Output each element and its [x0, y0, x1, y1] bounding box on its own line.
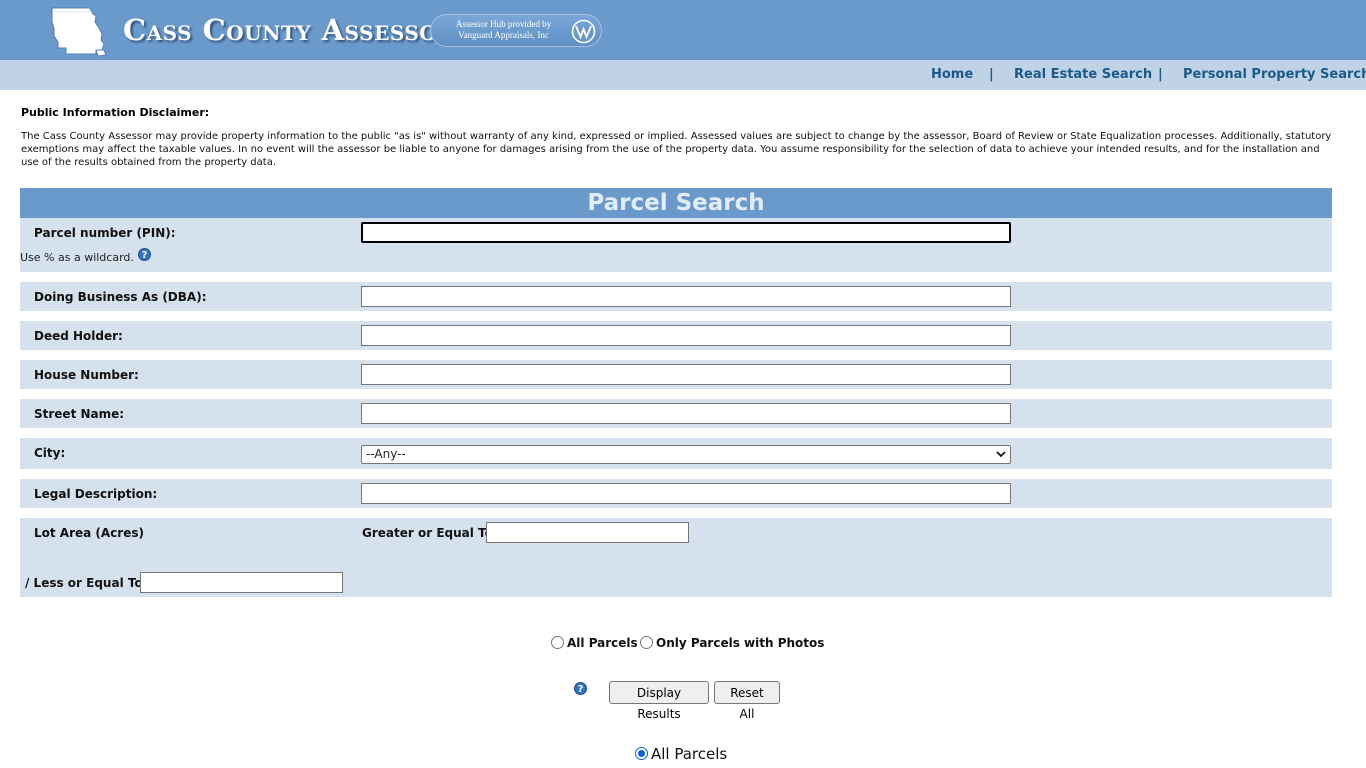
- dba-row: Doing Business As (DBA):: [20, 282, 1332, 311]
- all-parcels-radio[interactable]: [551, 636, 564, 649]
- dba-input[interactable]: [361, 286, 1011, 307]
- lot-area-label: Lot Area (Acres): [34, 526, 144, 540]
- lot-area-row: Lot Area (Acres) Greater or Equal To: / …: [20, 518, 1332, 597]
- provider-line-1: Assessor Hub provided by: [455, 19, 552, 29]
- photos-only-label[interactable]: Only Parcels with Photos: [656, 636, 824, 650]
- lot-area-lte-label: / Less or Equal To:: [25, 576, 148, 590]
- pin-input[interactable]: [361, 222, 1011, 243]
- disclaimer-title: Public Information Disclaimer:: [21, 106, 210, 119]
- nav-separator: |: [1158, 67, 1163, 82]
- city-label: City:: [34, 446, 66, 460]
- city-select[interactable]: --Any--: [361, 445, 1011, 464]
- legal-description-input[interactable]: [361, 483, 1011, 504]
- house-number-input[interactable]: [361, 364, 1011, 385]
- photos-only-radio[interactable]: [640, 636, 653, 649]
- house-number-row: House Number:: [20, 360, 1332, 389]
- nav-home-link[interactable]: Home: [931, 67, 973, 82]
- all-parcels-label[interactable]: All Parcels: [567, 636, 638, 650]
- city-row: City: --Any--: [20, 438, 1332, 469]
- reset-all-button[interactable]: Reset All: [714, 681, 780, 721]
- missouri-state-icon: [51, 7, 107, 57]
- city-select-value: --Any--: [366, 447, 406, 461]
- lot-area-gte-input[interactable]: [486, 522, 689, 543]
- provider-line-2: Vanguard Appraisals, Inc: [458, 30, 549, 40]
- nav-bar: Home | Real Estate Search | Personal Pro…: [0, 60, 1366, 90]
- nav-personal-property-link[interactable]: Personal Property Search: [1183, 67, 1366, 82]
- nav-real-estate-link[interactable]: Real Estate Search: [1014, 67, 1152, 82]
- lot-area-gte-label: Greater or Equal To:: [362, 526, 498, 540]
- street-name-input[interactable]: [361, 403, 1011, 424]
- deed-holder-label: Deed Holder:: [34, 329, 123, 343]
- parcel-search-title: Parcel Search: [587, 190, 765, 216]
- site-title[interactable]: Cass County Assessor: [123, 13, 454, 47]
- house-number-label: House Number:: [34, 368, 139, 382]
- street-name-label: Street Name:: [34, 407, 125, 421]
- help-icon[interactable]: ?: [138, 248, 151, 261]
- legal-description-row: Legal Description:: [20, 479, 1332, 508]
- lot-area-lte-input[interactable]: [140, 572, 343, 593]
- wildcard-hint: Use % as a wildcard.: [20, 251, 134, 264]
- dba-label: Doing Business As (DBA):: [34, 290, 207, 304]
- deed-holder-row: Deed Holder:: [20, 321, 1332, 350]
- header-banner: Cass County Assessor Assessor Hub provid…: [0, 0, 1366, 60]
- provider-badge[interactable]: Assessor Hub provided by Vanguard Apprai…: [430, 14, 602, 47]
- bottom-all-parcels-radio[interactable]: [635, 747, 648, 760]
- pin-label: Parcel number (PIN):: [34, 226, 176, 240]
- parcel-search-header: Parcel Search: [20, 188, 1332, 218]
- chevron-down-icon: [996, 451, 1006, 458]
- deed-holder-input[interactable]: [361, 325, 1011, 346]
- disclaimer-body: The Cass County Assessor may provide pro…: [21, 131, 1332, 168]
- display-results-button[interactable]: Display Results: [609, 681, 709, 721]
- legal-description-label: Legal Description:: [34, 487, 158, 501]
- help-icon[interactable]: ?: [574, 682, 587, 695]
- street-name-row: Street Name:: [20, 399, 1332, 428]
- vanguard-logo-icon: [571, 19, 596, 44]
- bottom-all-parcels-label[interactable]: All Parcels: [651, 745, 727, 763]
- nav-separator: |: [989, 67, 994, 82]
- pin-row: Parcel number (PIN): Use % as a wildcard…: [20, 218, 1332, 272]
